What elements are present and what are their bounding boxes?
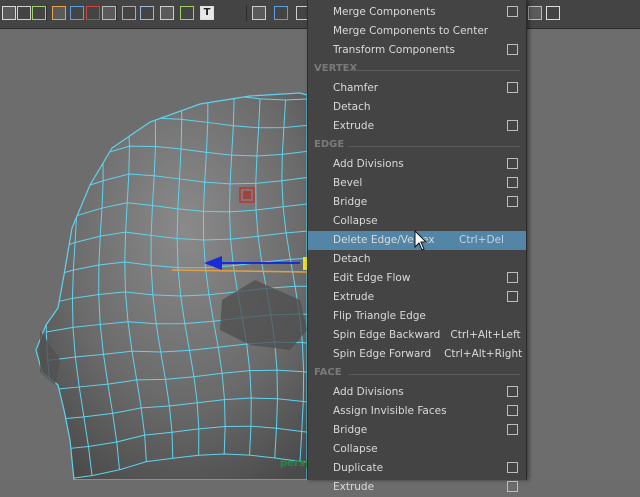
menu-item[interactable]: Extrude — [308, 117, 526, 136]
cube-blue-icon[interactable] — [274, 6, 288, 20]
menu-item[interactable]: Bevel — [308, 174, 526, 193]
scale-icon[interactable] — [86, 6, 100, 20]
option-box-icon[interactable] — [507, 120, 518, 131]
section-title: VERTEX — [314, 63, 358, 74]
option-box-icon[interactable] — [507, 481, 518, 492]
option-box-icon[interactable] — [507, 177, 518, 188]
render-icon[interactable] — [528, 6, 542, 20]
menu-item[interactable]: Flip Triangle Edge — [308, 307, 526, 326]
menu-item[interactable]: Bridge — [308, 421, 526, 440]
option-box-icon[interactable] — [507, 272, 518, 283]
toolbar-separator — [46, 5, 47, 21]
menu-item-label: Duplicate — [333, 462, 384, 474]
menu-item-label: Merge Components to Center — [333, 25, 489, 37]
menu-item[interactable]: Transform Components — [308, 41, 526, 60]
menu-item-label: Chamfer — [333, 82, 379, 94]
menu-item-shortcut: Ctrl+Alt+Left — [450, 329, 521, 341]
menu-item-label: Add Divisions — [333, 386, 404, 398]
texture-icon[interactable] — [180, 6, 194, 20]
grid-icon[interactable] — [122, 6, 136, 20]
menu-item-label: Merge Components — [333, 6, 436, 18]
section-divider — [348, 146, 520, 147]
wireframe-shade-icon[interactable] — [160, 6, 174, 20]
menu-item-label: Bridge — [333, 196, 368, 208]
option-box-icon[interactable] — [507, 405, 518, 416]
option-box-icon[interactable] — [507, 158, 518, 169]
move-icon[interactable] — [52, 6, 66, 20]
option-box-icon[interactable] — [507, 291, 518, 302]
option-box-icon[interactable] — [507, 196, 518, 207]
cube-icon[interactable] — [252, 6, 266, 20]
hierarchy-icon[interactable] — [546, 6, 560, 20]
menu-item-label: Extrude — [333, 291, 375, 303]
menu-item[interactable]: Edit Edge Flow — [308, 269, 526, 288]
menu-item[interactable]: Merge Components — [308, 3, 526, 22]
option-box-icon[interactable] — [507, 44, 518, 55]
toolbar-separator — [246, 5, 247, 21]
option-box-icon[interactable] — [507, 462, 518, 473]
menu-item[interactable]: Bridge — [308, 193, 526, 212]
menu-item-label: Detach — [333, 101, 371, 113]
menu-item-label: Flip Triangle Edge — [333, 310, 426, 322]
menu-item[interactable]: Duplicate — [308, 459, 526, 478]
smooth-shade-icon[interactable] — [140, 6, 154, 20]
menu-item[interactable]: Detach — [308, 250, 526, 269]
option-box-icon[interactable] — [507, 82, 518, 93]
display-icon[interactable] — [102, 6, 116, 20]
menu-item[interactable]: Detach — [308, 98, 526, 117]
menu-item-label: Spin Edge Backward — [333, 329, 441, 341]
menu-item[interactable]: Assign Invisible Faces — [308, 402, 526, 421]
menu-item-label: Bevel — [333, 177, 363, 189]
section-title: EDGE — [314, 139, 345, 150]
option-box-icon[interactable] — [507, 424, 518, 435]
menu-item[interactable]: Add Divisions — [308, 155, 526, 174]
menu-item-shortcut: Ctrl+Alt+Right — [444, 348, 523, 360]
section-title: FACE — [314, 367, 342, 378]
menu-item-label: Bridge — [333, 424, 368, 436]
menu-item-label: Spin Edge Forward — [333, 348, 432, 360]
menu-item-label: Edit Edge Flow — [333, 272, 411, 284]
lasso-icon[interactable] — [17, 6, 31, 20]
menu-item[interactable]: Merge Components to Center — [308, 22, 526, 41]
menu-item[interactable]: Extrude — [308, 288, 526, 307]
menu-item[interactable]: Extrude — [308, 478, 526, 497]
menu-section-header: EDGE — [308, 136, 526, 155]
menu-item-label: Add Divisions — [333, 158, 404, 170]
section-divider — [348, 70, 520, 71]
option-box-icon[interactable] — [507, 6, 518, 17]
paint-select-icon[interactable] — [32, 6, 46, 20]
menu-item[interactable]: Spin Edge Forward Ctrl+Alt+Right — [308, 345, 526, 364]
menu-item-label: Extrude — [333, 120, 375, 132]
menu-item[interactable]: Spin Edge Backward Ctrl+Alt+Left — [308, 326, 526, 345]
menu-item[interactable]: Add Divisions — [308, 383, 526, 402]
section-divider — [348, 374, 520, 375]
menu-section-header: VERTEX — [308, 60, 526, 79]
menu-item-label: Extrude — [333, 481, 375, 493]
option-box-icon[interactable] — [507, 386, 518, 397]
select-icon[interactable] — [2, 6, 16, 20]
text-icon[interactable]: T — [200, 6, 214, 20]
menu-item-shortcut: Ctrl+Del — [459, 234, 504, 246]
rotate-icon[interactable] — [70, 6, 84, 20]
menu-item-label: Collapse — [333, 215, 378, 227]
menu-item[interactable]: Collapse — [308, 440, 526, 459]
menu-item[interactable]: Collapse — [308, 212, 526, 231]
toolbar-separator — [116, 5, 117, 21]
menu-item-label: Detach — [333, 253, 371, 265]
menu-item-label: Assign Invisible Faces — [333, 405, 447, 417]
menu-item-label: Collapse — [333, 443, 378, 455]
menu-item[interactable]: Chamfer — [308, 79, 526, 98]
menu-item-label: Transform Components — [333, 44, 455, 56]
menu-section-header: FACE — [308, 364, 526, 383]
mouse-cursor-icon — [414, 230, 428, 251]
